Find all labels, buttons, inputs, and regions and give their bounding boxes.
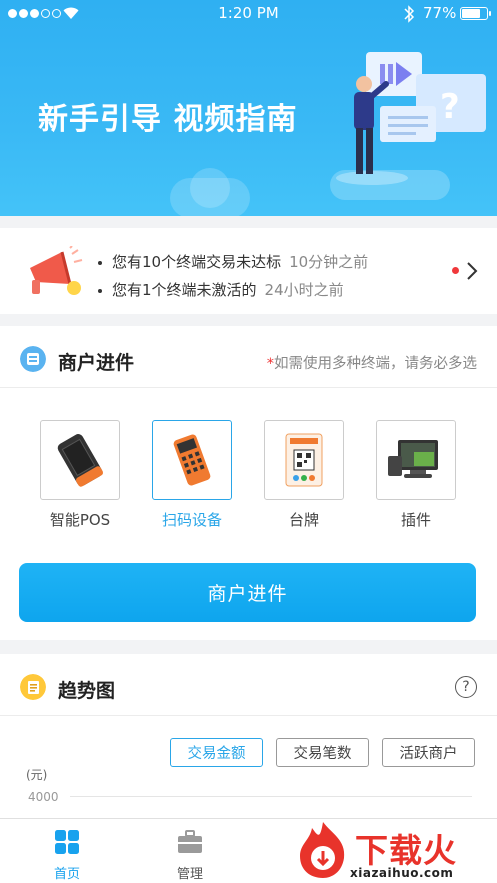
- device-label: 台牌: [288, 511, 319, 529]
- trend-section: 趋势图 ? 交易金额 交易笔数 活跃商户 (元) 4000: [0, 654, 497, 820]
- scan-device-icon: [173, 434, 211, 486]
- grid-icon: [55, 830, 79, 854]
- briefcase-icon: [178, 830, 202, 853]
- flame-logo-icon: [300, 822, 345, 878]
- filter-active-merchants[interactable]: 活跃商户: [382, 738, 475, 767]
- bullet: [98, 288, 102, 293]
- notice-time: 24小时之前: [264, 281, 344, 299]
- filter-transaction-count[interactable]: 交易笔数: [276, 738, 369, 767]
- device-option-plugin[interactable]: 插件: [376, 420, 456, 530]
- trend-icon: [20, 674, 46, 700]
- filter-transaction-amount[interactable]: 交易金额: [170, 738, 263, 767]
- status-bar: 1:20 PM 77%: [0, 0, 497, 28]
- chevron-right-icon[interactable]: [466, 261, 478, 281]
- merchant-icon: [20, 346, 46, 372]
- notice-item[interactable]: 您有1个终端未激活的 24小时之前: [98, 279, 344, 300]
- device-option-scan-device[interactable]: 扫码设备: [152, 420, 232, 530]
- banner-title: 新手引导 视频指南: [38, 102, 298, 137]
- bullet: [98, 260, 102, 265]
- gridline: [70, 796, 472, 797]
- device-option-smart-pos[interactable]: 智能POS: [40, 420, 120, 530]
- section-title: 商户进件: [58, 352, 135, 374]
- notice-text: 您有1个终端未激活的: [112, 281, 257, 299]
- svg-text:?: ?: [440, 87, 460, 127]
- y-axis-unit: (元): [26, 768, 48, 782]
- device-label: 插件: [400, 511, 431, 529]
- y-tick-label: 4000: [28, 790, 59, 804]
- device-label: 智能POS: [49, 511, 111, 529]
- notice-panel[interactable]: 您有10个终端交易未达标 10分钟之前 您有1个终端未激活的 24小时之前: [0, 228, 497, 314]
- tab-manage[interactable]: 管理: [150, 819, 230, 883]
- tab-label: 管理: [176, 867, 203, 882]
- notice-time: 10分钟之前: [289, 253, 369, 271]
- multi-select-hint: *如需使用多种终端，请务必多选: [266, 356, 477, 372]
- section-header: 商户进件 *如需使用多种终端，请务必多选: [0, 326, 497, 388]
- plugin-terminal-icon: [388, 440, 438, 478]
- banner[interactable]: 1:20 PM 77% 新手引导 视频指南 ?: [0, 0, 497, 216]
- merchant-onboarding-section: 商户进件 *如需使用多种终端，请务必多选 智能POS 扫码设备 台牌 插件 商户…: [0, 326, 497, 640]
- device-option-table-card[interactable]: 台牌: [264, 420, 344, 530]
- section-header: 趋势图 ?: [0, 654, 497, 716]
- watermark-text: 下载火: [355, 831, 457, 870]
- video-guide-illustration: ?: [336, 52, 486, 185]
- watermark-url: xiazaihuo.com: [350, 866, 454, 880]
- merchant-onboarding-button[interactable]: 商户进件: [19, 563, 476, 622]
- unread-dot: [452, 267, 459, 274]
- notice-item[interactable]: 您有10个终端交易未达标 10分钟之前: [98, 251, 368, 272]
- megaphone-icon: [30, 246, 83, 295]
- section-title: 趋势图: [58, 680, 116, 702]
- battery-percent: 77%: [423, 4, 457, 22]
- device-label: 扫码设备: [161, 511, 222, 529]
- bluetooth-icon: [404, 5, 415, 23]
- notice-text: 您有10个终端交易未达标: [112, 253, 282, 271]
- table-card-icon: [285, 433, 323, 487]
- smart-pos-icon: [57, 434, 104, 487]
- tab-label: 首页: [53, 867, 80, 882]
- help-icon[interactable]: ?: [455, 676, 477, 698]
- battery-icon: [460, 7, 491, 20]
- tab-home[interactable]: 首页: [27, 819, 107, 883]
